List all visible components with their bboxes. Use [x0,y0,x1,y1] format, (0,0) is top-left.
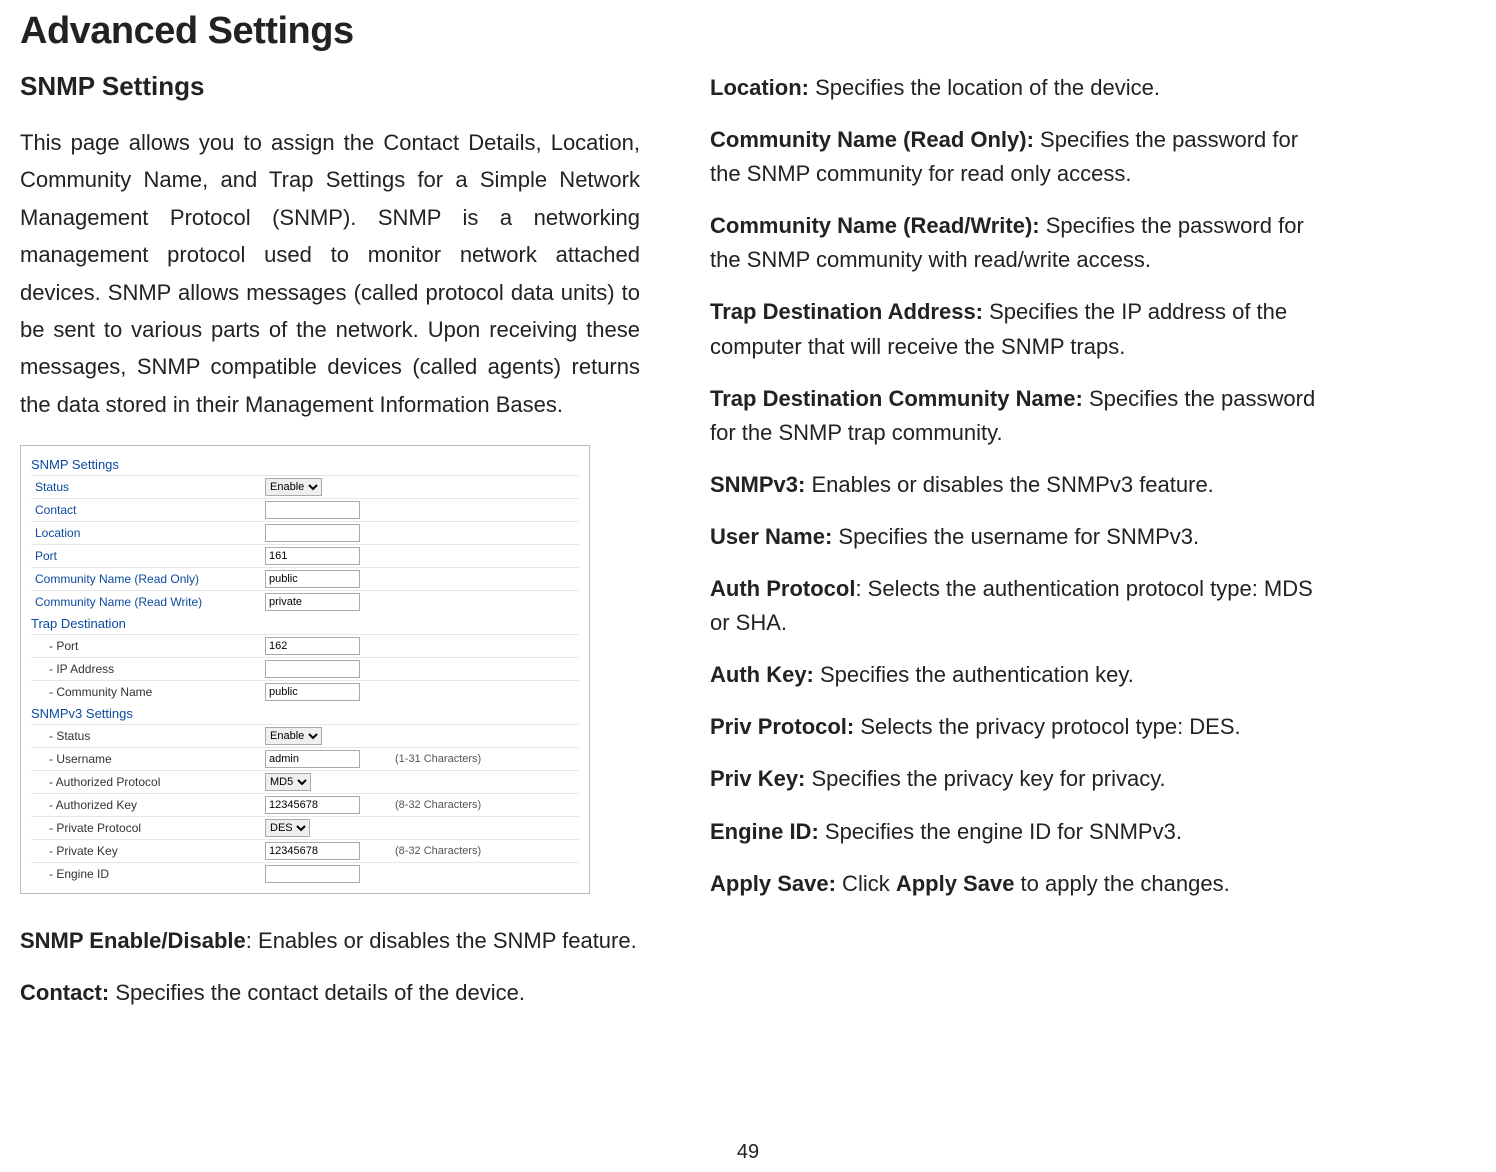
snmp-settings-panel-title: SNMP Settings [31,454,579,475]
term-contact: Contact: [20,980,109,1005]
term-snmpv3: SNMPv3: [710,472,805,497]
def-engine-id: Engine ID: Specifies the engine ID for S… [710,815,1330,849]
snmp-intro-paragraph: This page allows you to assign the Conta… [20,124,640,423]
v3-privprotocol-select[interactable]: DES [265,819,310,837]
v3-status-select[interactable]: Enable [265,727,322,745]
def-priv-key: Priv Key: Specifies the privacy key for … [710,762,1330,796]
snmpv3-panel-title: SNMPv3 Settings [31,703,579,724]
def-location: Location: Specifies the location of the … [710,71,1330,105]
settings-screenshot: SNMP Settings Status Enable Contact [20,445,590,894]
def-contact: Contact: Specifies the contact details o… [20,976,640,1010]
term-trap-dest-addr: Trap Destination Address: [710,299,983,324]
status-select[interactable]: Enable [265,478,322,496]
term-priv-key: Priv Key: [710,766,805,791]
contact-input[interactable] [265,501,360,519]
v3-privkey-row-label: - Private Key [31,840,261,863]
v3-engineid-input[interactable] [265,865,360,883]
term-user-name: User Name: [710,524,832,549]
trap-port-input[interactable] [265,637,360,655]
port-input[interactable] [265,547,360,565]
trap-destination-panel-title: Trap Destination [31,613,579,634]
v3-authkey-input[interactable] [265,796,360,814]
contact-row-label: Contact [31,499,261,522]
v3-authkey-row-label: - Authorized Key [31,794,261,817]
term-location: Location: [710,75,809,100]
term-priv-protocol: Priv Protocol: [710,714,854,739]
v3-authprotocol-select[interactable]: MD5 [265,773,311,791]
def-trap-dest-comm: Trap Destination Community Name: Specifi… [710,382,1330,450]
community-ro-input[interactable] [265,570,360,588]
def-snmp-enable: SNMP Enable/Disable: Enables or disables… [20,924,640,958]
trap-port-row-label: - Port [31,635,261,658]
term-auth-key: Auth Key: [710,662,814,687]
left-column: SNMP Settings This page allows you to as… [20,71,640,1028]
def-user-name: User Name: Specifies the username for SN… [710,520,1330,554]
trap-community-input[interactable] [265,683,360,701]
term-apply-save: Apply Save: [710,871,836,896]
trap-community-row-label: - Community Name [31,681,261,704]
def-trap-dest-addr: Trap Destination Address: Specifies the … [710,295,1330,363]
v3-privkey-input[interactable] [265,842,360,860]
term-engine-id: Engine ID: [710,819,819,844]
section-heading-snmp-settings: SNMP Settings [20,71,640,102]
page-title: Advanced Settings [20,10,1436,53]
community-rw-input[interactable] [265,593,360,611]
def-community-ro: Community Name (Read Only): Specifies th… [710,123,1330,191]
def-auth-protocol: Auth Protocol: Selects the authenticatio… [710,572,1330,640]
v3-username-input[interactable] [265,750,360,768]
port-row-label: Port [31,545,261,568]
def-snmpv3: SNMPv3: Enables or disables the SNMPv3 f… [710,468,1330,502]
v3-status-row-label: - Status [31,725,261,748]
right-column: Location: Specifies the location of the … [710,71,1330,1028]
v3-engineid-row-label: - Engine ID [31,863,261,886]
location-row-label: Location [31,522,261,545]
v3-authprotocol-row-label: - Authorized Protocol [31,771,261,794]
term-auth-protocol: Auth Protocol [710,576,855,601]
def-auth-key: Auth Key: Specifies the authentication k… [710,658,1330,692]
term-trap-dest-comm: Trap Destination Community Name: [710,386,1083,411]
v3-privprotocol-row-label: - Private Protocol [31,817,261,840]
v3-privkey-note: (8-32 Characters) [391,840,579,863]
trap-ip-input[interactable] [265,660,360,678]
community-ro-row-label: Community Name (Read Only) [31,568,261,591]
term-snmp-enable: SNMP Enable/Disable [20,928,246,953]
def-community-rw: Community Name (Read/Write): Specifies t… [710,209,1330,277]
def-priv-protocol: Priv Protocol: Selects the privacy proto… [710,710,1330,744]
location-input[interactable] [265,524,360,542]
term-community-ro: Community Name (Read Only): [710,127,1034,152]
status-row-label: Status [31,476,261,499]
term-community-rw: Community Name (Read/Write): [710,213,1040,238]
community-rw-row-label: Community Name (Read Write) [31,591,261,614]
v3-username-note: (1-31 Characters) [391,748,579,771]
v3-username-row-label: - Username [31,748,261,771]
trap-ip-row-label: - IP Address [31,658,261,681]
v3-authkey-note: (8-32 Characters) [391,794,579,817]
page-number: 49 [737,1141,759,1164]
def-apply-save: Apply Save: Click Apply Save to apply th… [710,867,1330,901]
